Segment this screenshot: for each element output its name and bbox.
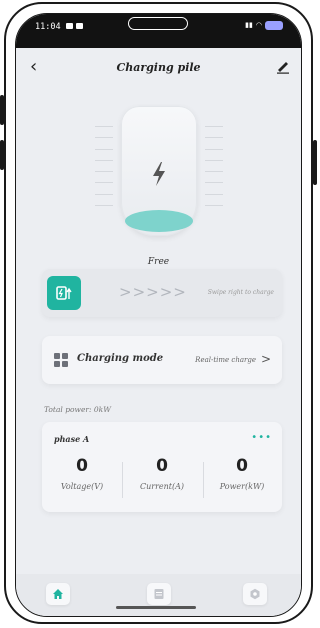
current-label: Current(A) bbox=[139, 482, 185, 491]
voltage-label: Voltage(V) bbox=[60, 482, 104, 491]
wifi-icon: ◠ bbox=[255, 21, 262, 29]
side-button bbox=[0, 95, 4, 125]
speaker-notch bbox=[128, 17, 188, 30]
power-label: Power(kW) bbox=[219, 482, 265, 491]
charger-graphic bbox=[91, 106, 226, 246]
app-screen: 11:04 ▮▮ ◠ ‹ Charging pile Free >>>>> Sw… bbox=[15, 13, 302, 617]
side-button bbox=[0, 140, 4, 170]
settings-icon bbox=[250, 588, 260, 600]
tab-settings[interactable] bbox=[243, 583, 267, 605]
swipe-handle[interactable] bbox=[47, 276, 81, 310]
signal-icon: ▮▮ bbox=[245, 21, 253, 29]
current-metric: 0 Current(A) bbox=[122, 456, 202, 491]
status-time: 11:04 bbox=[35, 22, 61, 32]
document-icon bbox=[154, 589, 164, 599]
status-bar: 11:04 ▮▮ ◠ bbox=[16, 14, 301, 48]
voltage-value: 0 bbox=[76, 456, 88, 476]
chevron-right-icon: > bbox=[260, 352, 271, 366]
lightning-bolt-icon bbox=[153, 162, 165, 186]
page-header: ‹ Charging pile bbox=[16, 58, 301, 80]
phase-card: phase A ••• 0 Voltage(V) 0 Current(A) 0 … bbox=[42, 422, 282, 512]
grid-icon bbox=[54, 353, 68, 367]
notification-icon bbox=[66, 23, 73, 29]
charging-mode-row[interactable]: Charging mode Real-time charge > bbox=[42, 336, 282, 384]
chevrons-right-icon: >>>>> bbox=[119, 283, 187, 301]
message-icon bbox=[76, 23, 83, 29]
tick-marks-right bbox=[205, 126, 223, 206]
battery-icon bbox=[265, 21, 283, 30]
tab-bar bbox=[16, 574, 301, 616]
charge-level-fill bbox=[125, 210, 193, 232]
home-indicator bbox=[116, 606, 196, 609]
tab-records[interactable] bbox=[147, 583, 171, 605]
charger-status: Free bbox=[147, 257, 170, 267]
side-button bbox=[313, 140, 317, 185]
page-title: Charging pile bbox=[116, 61, 201, 74]
tick-marks-left bbox=[95, 126, 113, 206]
charging-mode-value: Real-time charge bbox=[195, 356, 256, 364]
more-dots-icon[interactable]: ••• bbox=[251, 433, 272, 443]
status-icons: ▮▮ ◠ bbox=[245, 21, 283, 30]
power-metric: 0 Power(kW) bbox=[202, 456, 282, 491]
swipe-hint: Swipe right to charge bbox=[207, 289, 274, 296]
tab-home[interactable] bbox=[46, 583, 70, 605]
home-icon bbox=[53, 589, 63, 599]
power-value: 0 bbox=[236, 456, 248, 476]
charger-body bbox=[121, 106, 197, 236]
charge-plug-icon bbox=[56, 286, 72, 300]
charging-mode-label: Charging mode bbox=[77, 353, 164, 364]
swipe-to-charge-slider[interactable]: >>>>> Swipe right to charge bbox=[42, 269, 282, 317]
edit-icon[interactable] bbox=[275, 58, 291, 74]
phase-title: phase A bbox=[54, 434, 90, 444]
current-value: 0 bbox=[156, 456, 168, 476]
total-power: Total power: 0kW bbox=[44, 405, 111, 414]
voltage-metric: 0 Voltage(V) bbox=[42, 456, 122, 491]
